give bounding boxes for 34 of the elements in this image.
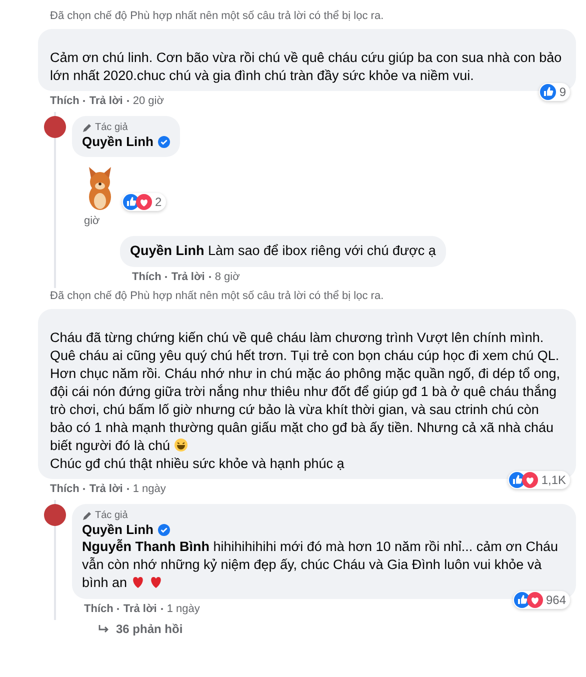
author-name[interactable]: Quyền Linh — [82, 522, 154, 537]
action-link[interactable]: Trả lời — [89, 483, 123, 495]
reaction-count[interactable]: 1,1K — [508, 471, 570, 489]
action-link[interactable]: Trả lời — [123, 603, 157, 615]
comment-text: Cảm ơn chú linh. Cơn bão vừa rồi chú về quê cháu cứu giúp ba con sua nhà con bảo lớn nhất 2020.chuc chú và gia đình chú tràn đầy sức khỏe va niềm vui. — [50, 49, 563, 85]
reaction-count[interactable]: 9 — [539, 83, 570, 101]
action-link[interactable]: Trả lời — [89, 95, 123, 107]
avatar — [44, 116, 66, 138]
author-label: Tác giả — [95, 122, 128, 133]
action-link[interactable]: Thích — [50, 483, 80, 495]
action-link[interactable]: Trả lời — [171, 271, 205, 283]
comment-time: 20 giờ — [132, 95, 164, 107]
view-replies-link[interactable]: 36 phản hồi — [38, 620, 576, 636]
comment-time: 1 ngày — [132, 483, 166, 495]
comment-time: 1 ngày — [166, 603, 200, 615]
reply-arrow-icon — [98, 624, 110, 634]
reaction-count[interactable]: 964 — [512, 591, 570, 609]
pen-icon — [82, 510, 92, 520]
author-label: Tác giả — [95, 510, 128, 521]
action-link[interactable]: Thích — [84, 603, 114, 615]
comment-text: Cháu đã từng chứng kiến chú về quê cháu làm chương trình Vượt lên chính mình. Quê cháu ai cũng yêu quý chú hết trơn. Tụi trẻ con bọn cháu cúp học đi xem chú QL. Hơn chục năm rồi. Cháu nhớ như in chú mặc áo phông mặc quần ngố, đi dép tổ ong, đội cái nón đứng giữa trời nắng như thiêu như đốt để giúp gđ 1 bà ở quê cháu thắng trò chơi, chú bấm lố giờ nhưng cứ bảo là vừa khít thời gian, và sau ctrinh chú còn bảo có 1 nhà mạnh thường quân giấu mặt cho gđ bà ấy tiền. Nhưng cả xã nhà cháu biết người đó là chú — [50, 329, 562, 455]
avatar — [44, 504, 66, 526]
action-link[interactable]: Thích — [50, 95, 80, 107]
filter-notice: Đã chọn chế độ Phù hợp nhất nên một số câu trả lời có thể bị lọc ra. — [49, 10, 385, 24]
action-link[interactable]: Thích — [132, 271, 162, 283]
pen-icon — [82, 122, 92, 132]
comment-text: Quyền Linh Làm sao để ibox riêng với chú được ạ — [130, 242, 436, 260]
comment-text: Chúc gđ chú thật nhiều sức khỏe và hạnh phúc ạ — [50, 455, 346, 473]
author-name[interactable]: Quyền Linh — [82, 134, 154, 149]
comment-time: 8 giờ — [214, 271, 240, 283]
filter-notice: Đã chọn chế độ Phù hợp nhất nên một số câu trả lời có thể bị lọc ra. — [49, 290, 385, 304]
reaction-count[interactable]: 2 — [122, 193, 166, 211]
comment-time: giờ — [84, 215, 100, 227]
comment-text: Nguyễn Thanh Bình hihihihihihi mới đó mà hơn 10 năm rồi nhỉ... cảm ơn Cháu vẫn còn nhớ những kỷ niệm đẹp ấy, chúc Cháu và Gia Đình luôn vui khỏe và bình an — [82, 538, 559, 592]
